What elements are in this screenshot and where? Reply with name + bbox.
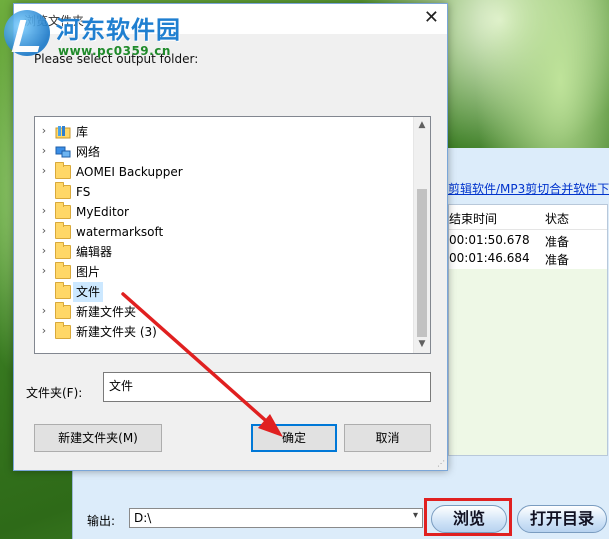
output-label: 输出: <box>87 514 116 528</box>
tree-item-label: AOMEI Backupper <box>76 165 183 179</box>
scroll-down-icon[interactable]: ▼ <box>414 336 430 353</box>
scroll-thumb[interactable] <box>417 189 427 337</box>
logo-url: www.pc0359.cn <box>58 44 171 58</box>
chevron-right-icon[interactable]: › <box>39 224 49 237</box>
tree-item-label-wrap: 新建文件夹 (3) <box>73 322 160 342</box>
row-end-time: 00:01:46.684 <box>449 251 530 265</box>
chevron-right-icon[interactable]: › <box>39 244 49 257</box>
tree-item[interactable]: › 编辑器 <box>35 242 413 262</box>
folder-icon <box>55 242 71 259</box>
tree-item[interactable]: › 网络 <box>35 142 413 162</box>
tree-item-label: 新建文件夹 <box>76 305 137 319</box>
tree-item-label-wrap: 编辑器 <box>73 242 115 262</box>
task-table: 结束时间 状态 00:01:50.678 准备 00:01:46.684 准备 <box>448 204 608 456</box>
tree-item[interactable]: › watermarksoft <box>35 222 413 242</box>
tree-item-label-wrap: 库 <box>73 122 91 142</box>
tree-item-label-wrap: 图片 <box>73 262 103 282</box>
folder-icon <box>55 322 71 339</box>
library-icon <box>55 125 71 139</box>
annotation-highlight-box <box>424 498 512 536</box>
tree-item-label-wrap: watermarksoft <box>73 222 166 242</box>
logo-title: 河东软件园 <box>56 15 181 44</box>
tree-item-label: 网络 <box>76 145 101 159</box>
folder-icon <box>55 182 71 199</box>
tree-item-label: watermarksoft <box>76 225 164 239</box>
tree-item[interactable]: › 图片 <box>35 262 413 282</box>
folder-icon <box>55 202 71 219</box>
tree-item-label: FS <box>76 185 91 199</box>
chevron-down-icon[interactable]: ▾ <box>413 510 418 521</box>
ok-button[interactable]: 确定 <box>251 424 337 452</box>
col-end-time[interactable]: 结束时间 <box>449 210 497 227</box>
folder-icon <box>55 282 71 299</box>
folder-label: 文件夹(F): <box>26 386 83 400</box>
browse-folder-dialog: 浏览文件夹 ✕ Please select output folder: › 库 ›… <box>13 3 448 471</box>
row-status: 准备 <box>545 253 570 267</box>
tree-item[interactable]: › MyEditor <box>35 202 413 222</box>
folder-icon <box>55 222 71 239</box>
output-path-value: D:\ <box>134 511 152 525</box>
tree-item-label: 编辑器 <box>76 245 113 259</box>
tree-item-label: MyEditor <box>76 205 129 219</box>
output-path-select[interactable]: D:\ ▾ <box>129 508 423 528</box>
scroll-up-icon[interactable]: ▲ <box>414 117 430 134</box>
logo-icon <box>4 10 50 56</box>
tree-item-label: 库 <box>76 125 89 139</box>
tree-item-label-wrap: 新建文件夹 <box>73 302 139 322</box>
resize-grip-icon[interactable]: ⋰ <box>437 459 445 468</box>
chevron-right-icon[interactable]: › <box>39 324 49 337</box>
tree-item[interactable]: › 新建文件夹 (3) <box>35 322 413 342</box>
tree-item-label-wrap: 文件 <box>73 282 104 302</box>
close-icon[interactable]: ✕ <box>424 8 439 28</box>
row-status: 准备 <box>545 235 570 249</box>
tree-item[interactable]: 文件 <box>35 282 413 302</box>
tree-item-label-wrap: MyEditor <box>73 202 132 222</box>
row-end-time: 00:01:50.678 <box>449 233 530 247</box>
cancel-button[interactable]: 取消 <box>344 424 431 452</box>
chevron-right-icon[interactable]: › <box>39 144 49 157</box>
col-status[interactable]: 状态 <box>545 210 569 227</box>
tree-item-label: 图片 <box>76 265 101 279</box>
tree-item[interactable]: › 新建文件夹 <box>35 302 413 322</box>
open-directory-button[interactable]: 打开目录 <box>517 505 607 533</box>
chevron-right-icon[interactable]: › <box>39 124 49 137</box>
folder-icon <box>55 262 71 279</box>
network-icon <box>55 145 71 159</box>
table-empty-area <box>449 269 607 455</box>
app-link[interactable]: 剪辑软件/MP3剪切合并软件下 <box>448 180 609 198</box>
chevron-right-icon[interactable]: › <box>39 164 49 177</box>
chevron-right-icon[interactable]: › <box>39 204 49 217</box>
watermark-logo: 河东软件园 www.pc0359.cn <box>4 4 254 60</box>
tree-scrollbar[interactable]: ▲ ▼ <box>413 117 430 353</box>
tree-item-label-wrap: 网络 <box>73 142 103 162</box>
tree-item[interactable]: › 库 <box>35 122 413 142</box>
tree-item-label-wrap: FS <box>73 182 93 202</box>
tree-item-label: 文件 <box>76 285 101 299</box>
chevron-right-icon[interactable]: › <box>39 304 49 317</box>
folder-name-input[interactable]: 文件 <box>103 372 431 402</box>
tree-item[interactable]: › AOMEI Backupper <box>35 162 413 182</box>
tree-item-label-wrap: AOMEI Backupper <box>73 162 186 182</box>
folder-icon <box>55 302 71 319</box>
folder-tree[interactable]: › 库 › 网络 › AOMEI Backupper FS › MyEditor › waterma… <box>34 116 431 354</box>
folder-icon <box>55 162 71 179</box>
new-folder-button[interactable]: 新建文件夹(M) <box>34 424 162 452</box>
chevron-right-icon[interactable]: › <box>39 264 49 277</box>
tree-item-label: 新建文件夹 (3) <box>76 325 157 339</box>
tree-item[interactable]: FS <box>35 182 413 202</box>
table-header: 结束时间 状态 <box>449 205 607 230</box>
